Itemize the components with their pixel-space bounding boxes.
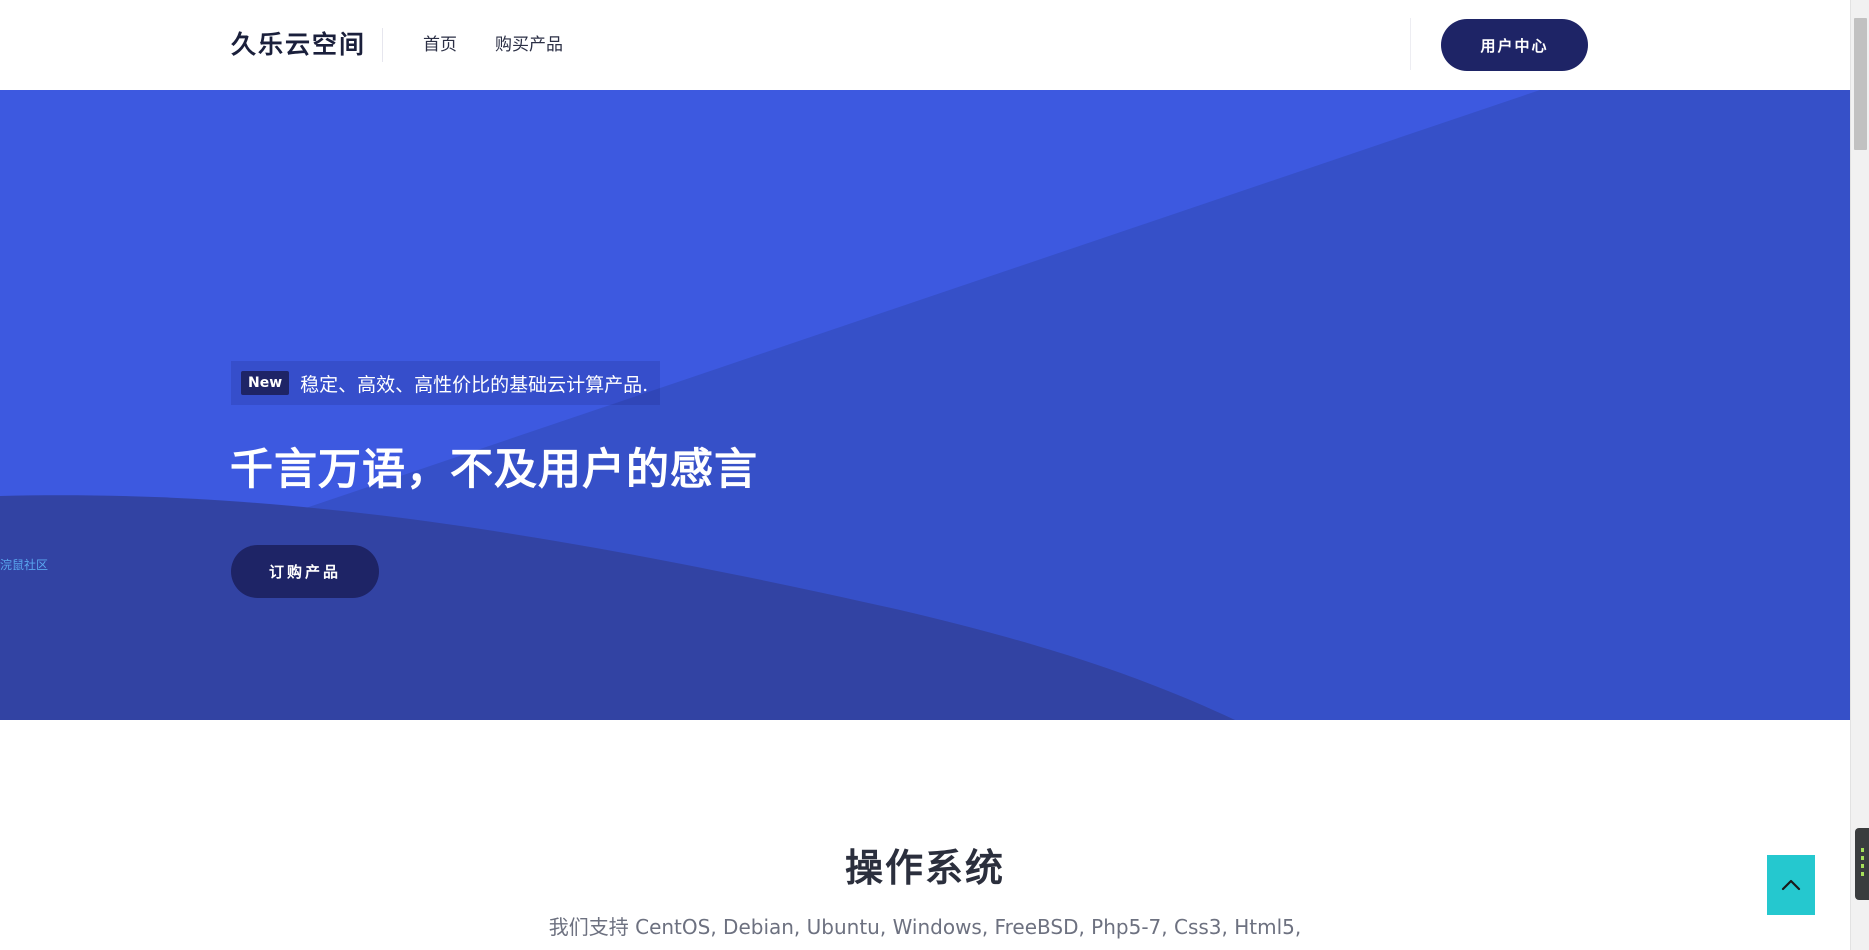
os-section-subtitle: 我们支持 CentOS, Debian, Ubuntu, Windows, Fr… <box>548 915 1302 939</box>
new-badge: New <box>241 371 290 395</box>
back-to-top-button[interactable] <box>1767 855 1815 915</box>
page-scrollbar[interactable] <box>1850 0 1869 950</box>
hero-tagline: 稳定、高效、高性价比的基础云计算产品. <box>300 373 649 396</box>
site-header: 久乐云空间 首页 购买产品 用户中心 <box>0 0 1850 90</box>
hero-title: 千言万语，不及用户的感言 <box>230 445 758 495</box>
side-note-link[interactable]: 浣鼠社区 <box>0 557 48 573</box>
os-section-title: 操作系统 <box>844 846 1005 890</box>
logo-divider <box>382 28 383 62</box>
order-products-button[interactable]: 订购产品 <box>231 545 379 598</box>
nav-home-link[interactable]: 首页 <box>423 33 457 57</box>
nav-buy-products-link[interactable]: 购买产品 <box>495 33 563 57</box>
main-nav: 首页 购买产品 <box>423 33 601 57</box>
user-center-button[interactable]: 用户中心 <box>1441 19 1588 71</box>
chevron-up-icon <box>1781 879 1801 891</box>
scrollbar-thumb[interactable] <box>1854 18 1867 150</box>
site-logo[interactable]: 久乐云空间 <box>231 28 366 62</box>
hero-background-shapes <box>0 90 1850 720</box>
widget-indicator <box>1861 856 1864 860</box>
hero-banner: 浣鼠社区 New 稳定、高效、高性价比的基础云计算产品. 千言万语，不及用户的感… <box>0 90 1850 720</box>
header-divider <box>1410 18 1411 70</box>
widget-indicator <box>1861 872 1864 876</box>
widget-indicator <box>1861 864 1864 868</box>
side-widget-tab[interactable] <box>1855 828 1869 900</box>
widget-indicator <box>1861 848 1864 852</box>
announcement-badge-row: New 稳定、高效、高性价比的基础云计算产品. <box>231 361 661 405</box>
